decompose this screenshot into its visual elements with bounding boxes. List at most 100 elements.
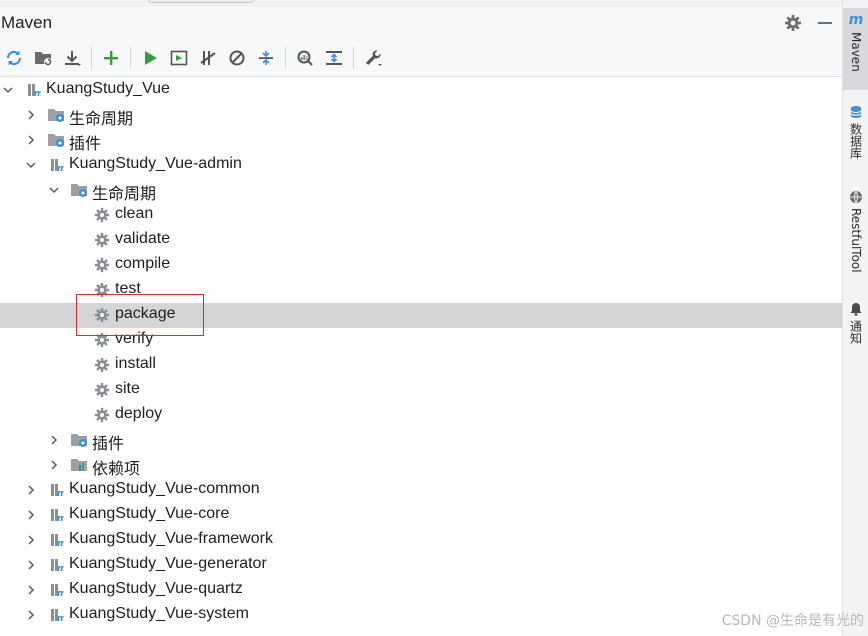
tree-row[interactable]: m KuangStudy_Vue	[0, 78, 842, 103]
toolbar-separator	[353, 46, 354, 69]
sidebar-item-maven[interactable]: m Maven	[843, 8, 868, 90]
svg-text:m: m	[57, 614, 64, 623]
tree-row-label: package	[115, 305, 176, 322]
chevron-right-icon[interactable]	[23, 107, 39, 123]
tree-row[interactable]: 生命周期	[0, 103, 842, 128]
run-config-icon[interactable]	[166, 45, 192, 71]
sidebar-item-label: RestfulTool	[849, 208, 863, 273]
right-tool-strip: m Maven 数据库 RestfulTool 通知	[842, 0, 868, 636]
tree-row-label: KuangStudy_Vue-framework	[69, 530, 273, 547]
tree-row-label: 插件	[69, 136, 102, 153]
tree-row[interactable]: m KuangStudy_Vue-generator	[0, 553, 842, 578]
csdn-watermark: CSDN @生命是有光的	[721, 613, 864, 629]
tree-row-label: KuangStudy_Vue-core	[69, 505, 230, 522]
tree-row-label: test	[115, 280, 141, 297]
tool-window-header: Maven	[0, 7, 842, 39]
chevron-right-icon[interactable]	[46, 457, 62, 473]
goal-gear-icon	[93, 256, 111, 274]
tree-row[interactable]: 依赖项	[0, 453, 842, 478]
maven-module-icon: m	[47, 556, 65, 574]
download-icon[interactable]	[59, 45, 85, 71]
plugins-folder-icon	[70, 431, 88, 449]
tree-row[interactable]: 生命周期	[0, 178, 842, 203]
chevron-right-icon[interactable]	[23, 607, 39, 623]
tree-row[interactable]: m KuangStudy_Vue-core	[0, 503, 842, 528]
top-strip	[0, 0, 842, 7]
reload-icon[interactable]	[1, 45, 27, 71]
sidebar-item-notifications[interactable]: 通知	[843, 298, 868, 350]
sidebar-item-label: 通知	[848, 320, 863, 344]
sidebar-item-restfultool[interactable]: RestfulTool	[843, 186, 868, 284]
tree-row-label: KuangStudy_Vue-quartz	[69, 580, 243, 597]
maven-module-icon: m	[47, 506, 65, 524]
header-actions	[782, 12, 836, 34]
tool-window-title: Maven	[1, 13, 53, 32]
chevron-right-icon[interactable]	[23, 482, 39, 498]
tree-row[interactable]: install	[0, 353, 842, 378]
add-icon[interactable]	[98, 45, 124, 71]
tree-row[interactable]: 插件	[0, 128, 842, 153]
globe-icon	[850, 190, 862, 204]
tree-row-label: verify	[115, 330, 154, 347]
goal-gear-icon	[93, 306, 111, 324]
chevron-right-icon[interactable]	[23, 507, 39, 523]
minimize-icon[interactable]	[814, 12, 836, 34]
goal-gear-icon	[93, 356, 111, 374]
tree-row[interactable]: m KuangStudy_Vue-common	[0, 478, 842, 503]
skip-tests-icon[interactable]	[224, 45, 250, 71]
maven-toolbar	[0, 39, 842, 77]
chevron-right-icon[interactable]	[23, 532, 39, 548]
collapse-all-icon[interactable]	[253, 45, 279, 71]
tree-row[interactable]: deploy	[0, 403, 842, 428]
tree-row-label: KuangStudy_Vue-system	[69, 605, 249, 622]
chevron-right-icon[interactable]	[23, 557, 39, 573]
tree-row[interactable]: compile	[0, 253, 842, 278]
chevron-down-icon[interactable]	[46, 182, 62, 198]
tree-row[interactable]: test	[0, 278, 842, 303]
tree-row-label: install	[115, 355, 156, 372]
editor-tab-remnant[interactable]	[148, 0, 254, 3]
tree-row[interactable]: site	[0, 378, 842, 403]
chevron-down-icon[interactable]	[23, 157, 39, 173]
sidebar-item-database[interactable]: 数据库	[843, 100, 868, 166]
maven-module-icon: m	[47, 531, 65, 549]
tree-row[interactable]: m KuangStudy_Vue-quartz	[0, 578, 842, 603]
tree-row[interactable]: m KuangStudy_Vue-framework	[0, 528, 842, 553]
tree-row[interactable]: m KuangStudy_Vue-admin	[0, 153, 842, 178]
goal-gear-icon	[93, 206, 111, 224]
tree-row[interactable]: m KuangStudy_Vue-system	[0, 603, 842, 628]
chevron-right-icon[interactable]	[23, 582, 39, 598]
tree-row-label: 依赖项	[92, 461, 141, 478]
tree-row-label: site	[115, 380, 140, 397]
show-diagram-icon[interactable]	[321, 45, 347, 71]
goal-gear-icon	[93, 381, 111, 399]
bell-icon	[850, 303, 862, 316]
svg-text:m: m	[57, 589, 64, 598]
tree-row[interactable]: validate	[0, 228, 842, 253]
chevron-right-icon[interactable]	[23, 132, 39, 148]
gear-icon[interactable]	[782, 12, 804, 34]
chevron-right-icon[interactable]	[46, 432, 62, 448]
tree-row-label: deploy	[115, 405, 163, 422]
toggle-offline-icon[interactable]	[195, 45, 221, 71]
database-icon	[850, 106, 862, 118]
lifecycle-folder-icon	[47, 106, 65, 124]
tree-row[interactable]: package	[0, 303, 842, 328]
tree-row[interactable]: 插件	[0, 428, 842, 453]
settings-wrench-icon[interactable]	[360, 45, 386, 71]
svg-text:m: m	[57, 564, 64, 573]
chevron-down-icon[interactable]	[0, 82, 16, 98]
tree-row-label: KuangStudy_Vue-generator	[69, 555, 267, 572]
tree-row-label: KuangStudy_Vue-common	[69, 480, 260, 497]
maven-module-icon: m	[47, 606, 65, 624]
tree-row[interactable]: clean	[0, 203, 842, 228]
tree-row-label: 生命周期	[92, 186, 157, 203]
generate-sources-icon[interactable]	[30, 45, 56, 71]
run-icon[interactable]	[137, 45, 163, 71]
svg-text:m: m	[57, 514, 64, 523]
tree-row[interactable]: verify	[0, 328, 842, 353]
maven-icon: m	[848, 12, 864, 28]
goal-gear-icon	[93, 406, 111, 424]
maven-project-tree: mKuangStudy_Vue生命周期插件mKuangStudy_Vue-adm…	[0, 78, 842, 636]
analyze-dependencies-icon[interactable]	[292, 45, 318, 71]
